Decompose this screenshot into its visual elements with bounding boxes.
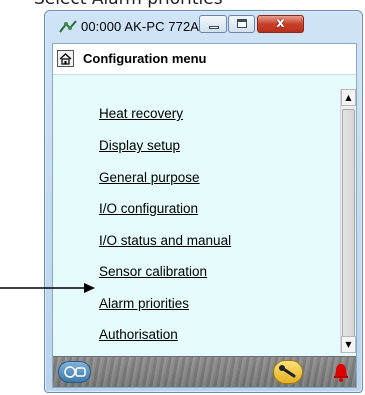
- arrow-right-icon: [0, 283, 95, 293]
- menu-item-sensor-calibration[interactable]: Sensor calibration: [99, 264, 207, 279]
- wrench-icon: [279, 365, 296, 378]
- title-bar[interactable]: 00:000 AK-PC 772A x: [45, 11, 362, 43]
- network-icon: [59, 20, 77, 33]
- scroll-up-icon[interactable]: ▲: [341, 89, 356, 106]
- vertical-scrollbar[interactable]: ▲ ▼: [340, 89, 356, 353]
- footer-bar: [53, 356, 356, 387]
- close-icon: x: [276, 16, 285, 31]
- minimize-icon: [209, 26, 219, 29]
- menu-item-io-status-manual[interactable]: I/O status and manual: [99, 233, 231, 248]
- scrollbar-thumb[interactable]: [342, 109, 355, 341]
- app-window: 00:000 AK-PC 772A x Configuration menu H…: [44, 10, 363, 393]
- menu-item-display-setup[interactable]: Display setup: [99, 138, 180, 153]
- home-icon: [59, 53, 72, 65]
- menu-item-general-purpose[interactable]: General purpose: [99, 170, 200, 185]
- controller-button[interactable]: [58, 361, 91, 383]
- maximize-icon: [237, 19, 247, 28]
- menu-item-authorisation[interactable]: Authorisation: [99, 327, 178, 342]
- menu-item-heat-recovery[interactable]: Heat recovery: [99, 106, 183, 121]
- client-area: Configuration menu Heat recovery Display…: [52, 43, 357, 388]
- service-tool-button[interactable]: [273, 360, 303, 384]
- menu-item-alarm-priorities[interactable]: Alarm priorities: [99, 296, 189, 311]
- page-title: Configuration menu: [83, 51, 207, 66]
- close-button[interactable]: x: [257, 15, 304, 33]
- menu-item-io-configuration[interactable]: I/O configuration: [99, 201, 198, 216]
- controller-icon: [64, 366, 86, 378]
- scroll-down-icon[interactable]: ▼: [341, 336, 356, 353]
- menu-header: Configuration menu: [53, 44, 356, 75]
- minimize-button[interactable]: [199, 15, 227, 33]
- home-button[interactable]: [57, 50, 74, 67]
- window-title: 00:000 AK-PC 772A: [81, 19, 200, 34]
- maximize-button[interactable]: [228, 15, 255, 33]
- instruction-caption: Select Alarm priorities: [34, 0, 223, 10]
- alarm-bell-icon[interactable]: [331, 361, 351, 383]
